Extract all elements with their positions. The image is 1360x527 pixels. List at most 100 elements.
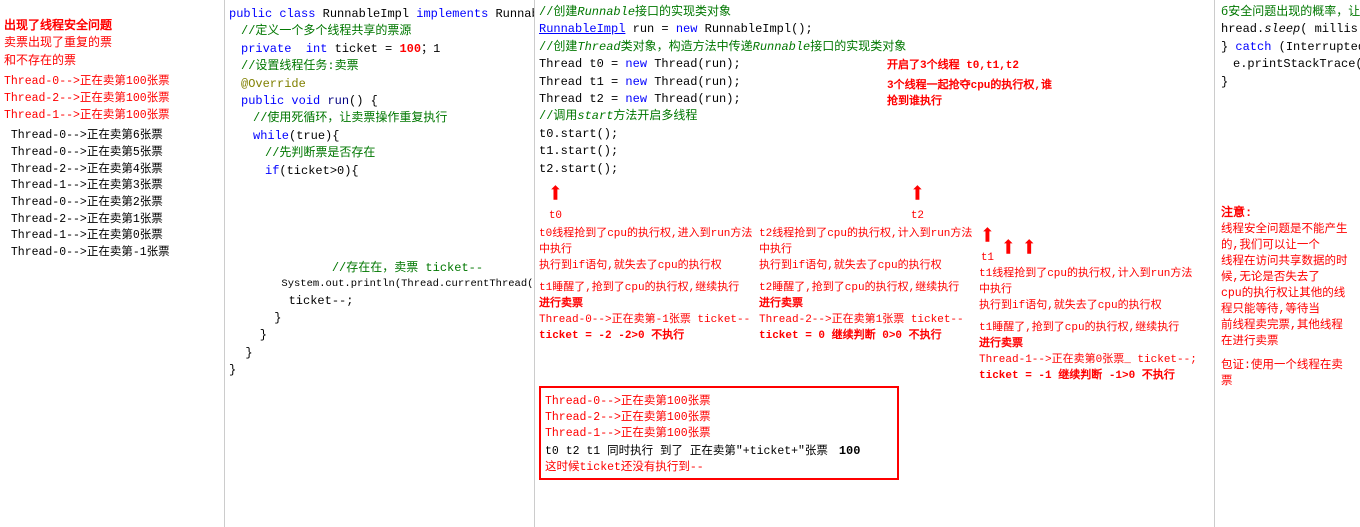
close-while: } bbox=[229, 327, 530, 344]
comment-task: //设置线程任务:卖票 bbox=[229, 58, 530, 75]
box-line-3: Thread-1-->正在卖第100张票 bbox=[545, 424, 893, 440]
thread-out-2: Thread-2-->正在卖第100张票 bbox=[4, 91, 220, 108]
t1-wake-1: t1睡醒了,抢到了cpu的执行权,继续执行 bbox=[539, 278, 759, 294]
main-container: 出现了线程安全问题 卖票出现了重复的票 和不存在的票 Thread-0-->正在… bbox=[0, 0, 1360, 527]
comment-thread: //创建Thread类对象，构造方法中传递Runnable接口的实现类对象 bbox=[539, 39, 879, 56]
t1-label-a: t1 bbox=[981, 252, 994, 264]
arrow-up-t1a: ⬆ bbox=[979, 224, 996, 252]
runnable-impl-line: RunnableImpl run = new RunnableImpl(); bbox=[539, 21, 879, 38]
t2-annotation-1: t2线程抢到了cpu的执行权,计入到run方法中执行 bbox=[759, 224, 979, 256]
t-out-10: Thread-1-->正在卖第0张票 bbox=[4, 228, 220, 245]
t2-wake: t2睡醒了,抢到了cpu的执行权,继续执行 bbox=[759, 278, 979, 294]
t-out-9: Thread-2-->正在卖第1张票 bbox=[4, 212, 220, 229]
note-title: 注意: bbox=[1221, 203, 1354, 220]
thread-t2: Thread t2 = new Thread(run); bbox=[539, 91, 879, 108]
t1-thread-out: Thread-1-->正在卖第0张票_ ticket--; bbox=[979, 350, 1199, 366]
class-decl: public class RunnableImpl implements Run… bbox=[229, 6, 530, 23]
arrows-row-1: ⬆ t0 ⬆ t2 bbox=[539, 182, 1210, 222]
box-line-1: Thread-0-->正在卖第100张票 bbox=[545, 392, 893, 408]
far-right-code: б安全问题出现的概率，让程序睡眠 hread.sleep( millis: 10… bbox=[1221, 4, 1354, 91]
t1-ticket-val: ticket = -1 继续判断 -1>0 不执行 bbox=[979, 366, 1199, 382]
t1-wake: t1睡醒了,抢到了cpu的执行权,继续执行 bbox=[979, 318, 1199, 334]
arrow-up-t0: ⬆ bbox=[547, 182, 564, 210]
sell-label-1: 进行卖票 bbox=[539, 294, 759, 310]
t2-thread-out: Thread-2-->正在卖第1张票 ticket-- bbox=[759, 310, 979, 326]
comment-check: //先判断票是否存在 bbox=[229, 145, 530, 162]
t1-arrow-group: ⬆ t1 bbox=[979, 224, 996, 264]
t2-start: t2.start(); bbox=[539, 161, 879, 178]
t-out-5: Thread-0-->正在卖第5张票 bbox=[4, 145, 220, 162]
t0-annotation-2: 执行到if语句,就失去了cpu的执行权 bbox=[539, 256, 759, 272]
ticket-dec: ticket--; bbox=[229, 293, 530, 310]
guarantee-note: 包证:使用一个线程在卖票 bbox=[1221, 356, 1354, 388]
t2-ticket-val: ticket = 0 继续判断 0>0 不执行 bbox=[759, 326, 979, 342]
t0-thread-out: Thread-0-->正在卖第-1张票 ticket-- bbox=[539, 310, 759, 326]
t0-start: t0.start(); bbox=[539, 126, 879, 143]
stacktrace-line: e.printStackTrace(); bbox=[1221, 56, 1354, 73]
thread-t0: Thread t0 = new Thread(run); bbox=[539, 56, 879, 73]
arrow-up-t0-2: ⬆ bbox=[1000, 236, 1017, 264]
println-line: System.out.println(Thread.currentThread(… bbox=[229, 277, 530, 292]
override-ann: @Override bbox=[229, 76, 530, 93]
annotation-safety: 出现了线程安全问题 bbox=[4, 18, 220, 35]
t0-annotation-1: t0线程抢到了cpu的执行权,进入到run方法中执行 bbox=[539, 224, 759, 256]
top-code-area: //创建Runnable接口的实现类对象 RunnableImpl run = … bbox=[539, 4, 1210, 178]
t1-annotation-col: ⬆ t1 ⬆ ⬆ t1线程抢到了cpu的执行权,计入到run方法中执行 执行到i… bbox=[979, 224, 1199, 382]
if-ticket: if(ticket>0){ bbox=[229, 163, 530, 180]
t1-annotation-2: 执行到if语句,就失去了cpu的执行权 bbox=[979, 296, 1199, 312]
left-panel: 出现了线程安全问题 卖票出现了重复的票 和不存在的票 Thread-0-->正在… bbox=[0, 0, 225, 527]
thread-out-1: Thread-0-->正在卖第100张票 bbox=[4, 74, 220, 91]
center-annotations: //创建Runnable接口的实现类对象 RunnableImpl run = … bbox=[535, 0, 1215, 527]
box-middle: t0 t2 t1 同时执行 到了 正在卖第"+ticket+"张票 100 bbox=[545, 442, 893, 458]
comment-create: //创建Runnable接口的实现类对象 bbox=[539, 4, 879, 21]
right-panel: б安全问题出现的概率，让程序睡眠 hread.sleep( millis: 10… bbox=[1215, 0, 1360, 527]
note-line-2: 线程在访问共享数据的时候,无论是否失去了 bbox=[1221, 252, 1354, 284]
note-line-4: 前线程卖完票,其他线程在进行卖票 bbox=[1221, 316, 1354, 348]
thread-annotations: 开启了3个线程 t0,t1,t2 3个线程一起抢夺cpu的执行权,谁抢到谁执行 bbox=[879, 4, 1059, 178]
note-line-1: 线程安全问题是不能产生的,我们可以让一个 bbox=[1221, 220, 1354, 252]
t0-ticket-val: ticket = -2 -2>0 不执行 bbox=[539, 326, 759, 342]
t2-annotation-col: t2线程抢到了cpu的执行权,计入到run方法中执行 执行到if语句,就失去了c… bbox=[759, 224, 979, 382]
close-if: } bbox=[229, 310, 530, 327]
t2-arrow-group: ⬆ t2 bbox=[909, 182, 926, 222]
sleep-line: hread.sleep( millis: 10); bbox=[1221, 21, 1354, 38]
box-bottom: 这时候ticket还没有执行到-- bbox=[545, 458, 893, 474]
annotation-repeat: 卖票出现了重复的票 bbox=[4, 35, 220, 52]
method-decl: public void run() { bbox=[229, 93, 530, 110]
sell-label-2: 进行卖票 bbox=[759, 294, 979, 310]
comment-loop: //使用死循环，让卖票操作重复执行 bbox=[229, 110, 530, 127]
t0-label: t0 bbox=[549, 210, 562, 222]
t2-arrow2: ⬆ bbox=[1021, 236, 1038, 264]
comment-define: //定义一个多个线程共享的票源 bbox=[229, 23, 530, 40]
arrow-up-t2-2: ⬆ bbox=[1021, 236, 1038, 264]
comment-start: //调用start方法开启多线程 bbox=[539, 108, 879, 125]
note-line-3: cpu的执行权让其他的线程只能等待,等待当 bbox=[1221, 284, 1354, 316]
box-highlight: Thread-0-->正在卖第100张票 Thread-2-->正在卖第100张… bbox=[539, 386, 899, 480]
close-catch: } bbox=[1221, 74, 1354, 91]
annotation-compete: 3个线程一起抢夺cpu的执行权,谁抢到谁执行 bbox=[887, 76, 1059, 108]
catch-line: } catch (InterruptedException e) { bbox=[1221, 39, 1354, 56]
while-true: while(true){ bbox=[229, 128, 530, 145]
three-col-annotations: t0线程抢到了cpu的执行权,进入到run方法中执行 执行到if语句,就失去了c… bbox=[539, 224, 1210, 382]
close-method: } bbox=[229, 345, 530, 362]
annotation-open-threads: 开启了3个线程 t0,t1,t2 bbox=[887, 56, 1059, 72]
box-line-2: Thread-2-->正在卖第100张票 bbox=[545, 408, 893, 424]
t2-annotation-2: 执行到if语句,就失去了cpu的执行权 bbox=[759, 256, 979, 272]
thread-t1: Thread t1 = new Thread(run); bbox=[539, 74, 879, 91]
field-decl: private int ticket = 100；1 bbox=[229, 41, 530, 58]
code-panel: public class RunnableImpl implements Run… bbox=[225, 0, 535, 527]
t0-annotation-col: t0线程抢到了cpu的执行权,进入到run方法中执行 执行到if语句,就失去了c… bbox=[539, 224, 759, 382]
thread-out-3: Thread-1-->正在卖第100张票 bbox=[4, 108, 220, 125]
comment-sell: //存在在，卖票 ticket-- bbox=[229, 260, 530, 277]
t0-arrow2: ⬆ bbox=[1000, 236, 1017, 264]
t-out-7: Thread-1-->正在卖第3张票 bbox=[4, 178, 220, 195]
t-out-11: Thread-0-->正在卖第-1张票 bbox=[4, 245, 220, 262]
t-out-4: Thread-0-->正在卖第6张票 bbox=[4, 128, 220, 145]
annotation-nonexist: 和不存在的票 bbox=[4, 53, 220, 70]
t-out-6: Thread-2-->正在卖第4张票 bbox=[4, 162, 220, 179]
sell-label-3: 进行卖票 bbox=[979, 334, 1199, 350]
close-class: } bbox=[229, 362, 530, 379]
t0-arrow: ⬆ t0 bbox=[547, 182, 564, 222]
t0-arrow-group: ⬆ t0 bbox=[539, 182, 879, 222]
t2-label: t2 bbox=[911, 210, 924, 222]
